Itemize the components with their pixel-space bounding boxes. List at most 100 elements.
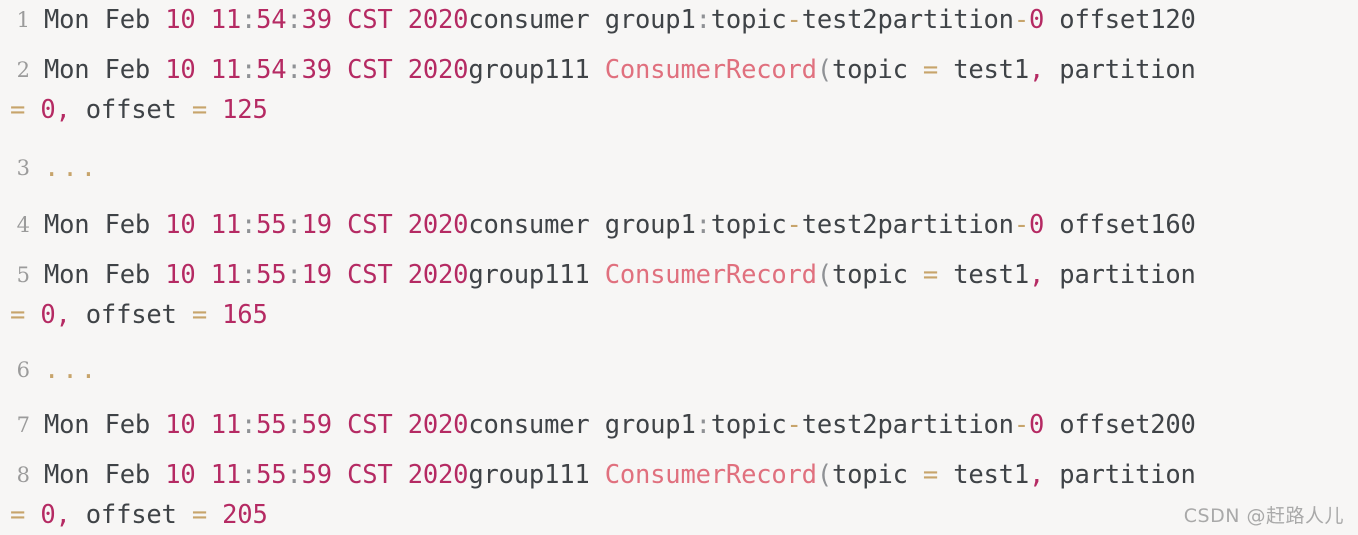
code-token: : bbox=[286, 260, 302, 290]
code-token: = bbox=[10, 95, 26, 125]
csdn-watermark: CSDN @赶路人儿 bbox=[1183, 505, 1344, 527]
code-token: = bbox=[191, 95, 207, 125]
code-token: : bbox=[286, 410, 302, 440]
code-token: 0 bbox=[1029, 5, 1045, 35]
code-token: CST bbox=[347, 210, 393, 240]
code-token: CST bbox=[347, 410, 393, 440]
code-token: 2020 bbox=[407, 410, 469, 440]
code-token: 2020 bbox=[407, 55, 469, 85]
code-token: test1 bbox=[938, 55, 1029, 85]
code-token: = bbox=[922, 55, 939, 85]
code-block[interactable]: 1 Mon Feb 10 11:54:39 CST 2020consumer gr… bbox=[0, 0, 1358, 534]
code-token: CST bbox=[347, 5, 393, 35]
code-token: topic bbox=[832, 460, 923, 490]
code-token: 165 bbox=[222, 300, 268, 330]
code-token: group111 bbox=[468, 460, 605, 490]
code-line-content: Mon Feb 10 11:55:59 CST 2020consumer gro… bbox=[44, 405, 1196, 445]
code-token: = bbox=[10, 300, 26, 330]
code-token: 55 bbox=[256, 410, 287, 440]
code-token: : bbox=[241, 460, 257, 490]
code-token: CST bbox=[347, 55, 393, 85]
code-token: partition bbox=[1044, 55, 1196, 85]
code-token: group111 bbox=[468, 260, 605, 290]
code-token: Mon Feb bbox=[44, 55, 166, 85]
line-number: 6 bbox=[16, 358, 30, 382]
code-token: - bbox=[786, 5, 802, 35]
code-token: : bbox=[241, 260, 257, 290]
code-token: 59 bbox=[301, 410, 333, 440]
code-token: : bbox=[241, 55, 257, 85]
code-token: : bbox=[241, 210, 257, 240]
code-token: : bbox=[286, 55, 302, 85]
code-token: ( bbox=[816, 460, 832, 490]
line-number: 1 bbox=[16, 8, 30, 32]
code-token: ( bbox=[816, 55, 832, 85]
code-token: offset bbox=[70, 500, 192, 530]
code-token: topic bbox=[832, 260, 923, 290]
code-token: 10 bbox=[165, 5, 196, 35]
code-token: - bbox=[786, 410, 802, 440]
code-token: 0 bbox=[1029, 410, 1045, 440]
code-line-content: Mon Feb 10 11:55:59 CST 2020group111 Con… bbox=[44, 455, 1196, 495]
code-token: ... bbox=[44, 355, 100, 385]
code-token: 59 bbox=[301, 460, 333, 490]
code-token: partition bbox=[1044, 460, 1196, 490]
code-token: Mon Feb bbox=[44, 410, 166, 440]
code-token: : bbox=[286, 460, 302, 490]
code-token: offset bbox=[70, 300, 192, 330]
code-token: = bbox=[922, 460, 939, 490]
code-token: 11 bbox=[210, 5, 242, 35]
code-token: ConsumerRecord bbox=[604, 55, 817, 85]
code-token: consumer group1 bbox=[468, 5, 696, 35]
line-number: 2 bbox=[16, 58, 30, 82]
code-token: CST bbox=[347, 460, 393, 490]
code-token: 10 bbox=[165, 55, 196, 85]
code-token: : bbox=[695, 410, 711, 440]
code-token: topic bbox=[710, 410, 787, 440]
code-token: 11 bbox=[210, 55, 242, 85]
code-token: 10 bbox=[165, 410, 196, 440]
code-token: 11 bbox=[210, 460, 242, 490]
code-token: , bbox=[1029, 460, 1045, 490]
code-token: Mon Feb bbox=[44, 5, 166, 35]
code-token: CST bbox=[347, 260, 393, 290]
code-token: - bbox=[1013, 5, 1029, 35]
code-token: 2020 bbox=[407, 5, 469, 35]
code-token: group111 bbox=[468, 55, 605, 85]
code-token: 205 bbox=[222, 500, 268, 530]
code-line-content: Mon Feb 10 11:55:19 CST 2020consumer gro… bbox=[44, 205, 1196, 245]
code-token: 54 bbox=[256, 55, 287, 85]
code-token: ConsumerRecord bbox=[604, 460, 817, 490]
code-line-content: Mon Feb 10 11:55:19 CST 2020group111 Con… bbox=[44, 255, 1196, 295]
code-line-content: Mon Feb 10 11:54:39 CST 2020group111 Con… bbox=[44, 50, 1196, 90]
code-token: 10 bbox=[165, 460, 196, 490]
code-token: = bbox=[922, 260, 939, 290]
line-number: 3 bbox=[16, 156, 30, 180]
code-token: consumer group1 bbox=[468, 410, 696, 440]
code-token: ConsumerRecord bbox=[604, 260, 817, 290]
code-token: topic bbox=[710, 210, 787, 240]
code-token: test1 bbox=[938, 260, 1029, 290]
code-token: 2020 bbox=[407, 460, 469, 490]
code-token: - bbox=[1013, 410, 1029, 440]
code-token: = bbox=[191, 300, 207, 330]
code-line-continuation-content: = 0, offset = 205 bbox=[10, 495, 268, 535]
code-token: 10 bbox=[165, 260, 196, 290]
code-token: 39 bbox=[301, 5, 333, 35]
code-token: : bbox=[286, 5, 302, 35]
code-token: Mon Feb bbox=[44, 460, 166, 490]
line-number: 7 bbox=[16, 413, 30, 437]
